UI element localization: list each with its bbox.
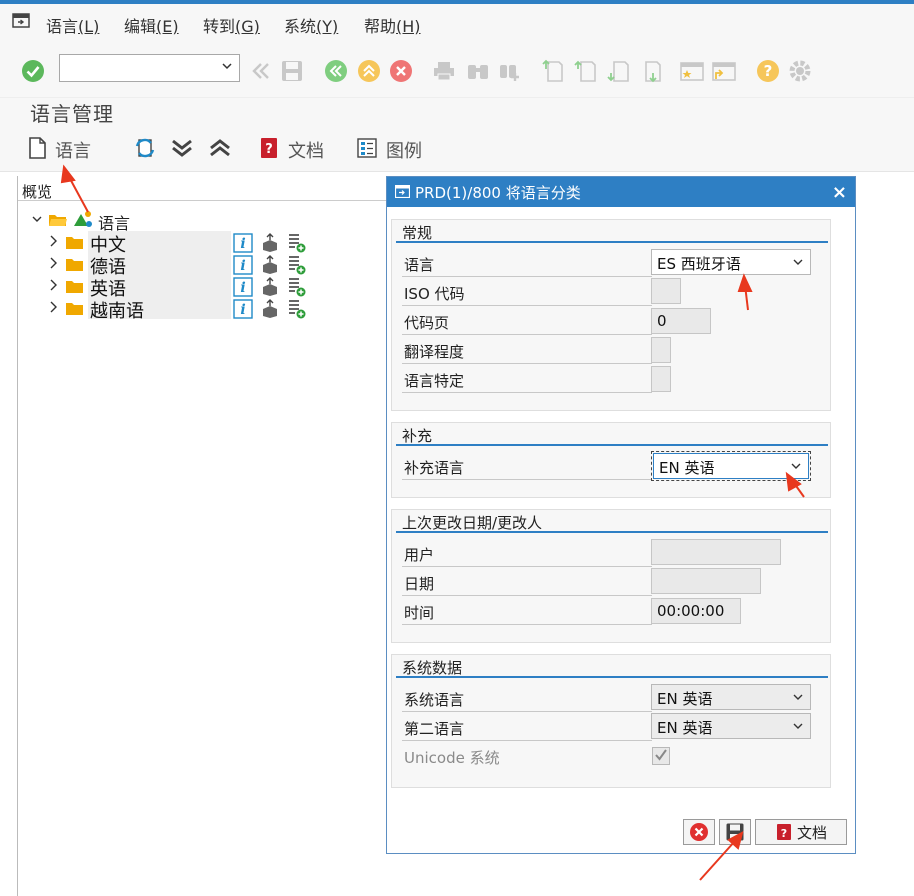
arrow-to-language-button [60, 164, 89, 213]
arrow-to-language-select [737, 273, 753, 311]
arrow-to-supplement-select [785, 471, 805, 498]
annotation-arrows [60, 164, 805, 881]
arrow-to-save-button [699, 831, 744, 881]
